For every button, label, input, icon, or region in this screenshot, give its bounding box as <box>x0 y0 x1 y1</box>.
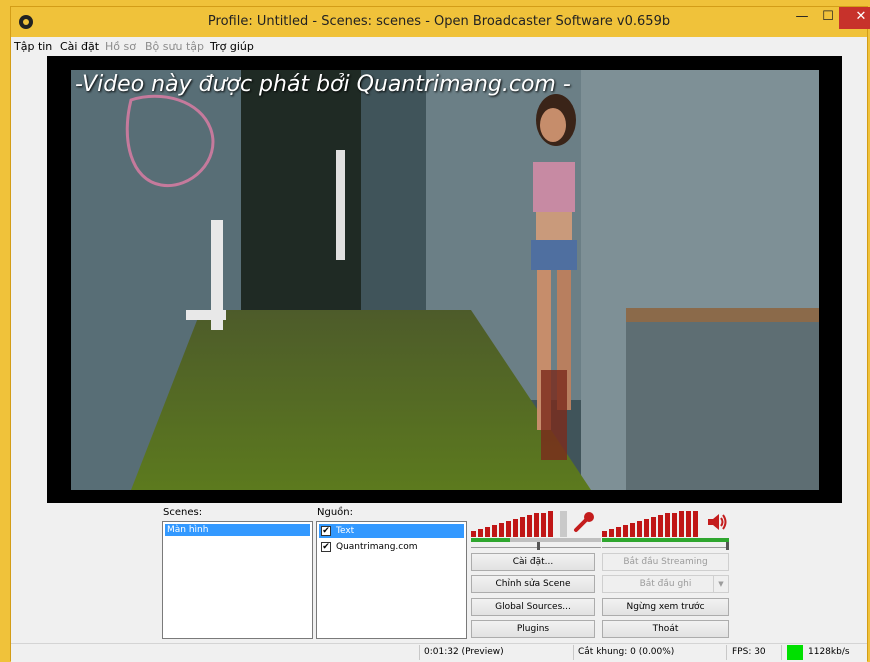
status-time: 0:01:32 (Preview) <box>424 647 504 657</box>
desktop-meter-bar <box>602 531 607 537</box>
watermark-text: -Video này được phát bởi Quantrimang.com… <box>75 72 571 97</box>
plugins-button[interactable]: Plugins <box>471 620 595 638</box>
menu-profiles[interactable]: Hồ sơ <box>105 40 136 53</box>
status-divider <box>419 645 420 660</box>
exit-button[interactable]: Thoát <box>602 620 729 638</box>
desktop-meter-bar <box>665 513 670 537</box>
desktop-meter-bar <box>658 515 663 537</box>
desktop-meter-bar <box>644 519 649 537</box>
global-sources-button[interactable]: Global Sources... <box>471 598 595 616</box>
desktop-meter-bar <box>630 523 635 537</box>
preview-area[interactable]: -Video này được phát bởi Quantrimang.com… <box>47 56 842 503</box>
source-checkbox-text[interactable]: ✔ <box>321 526 331 536</box>
desktop-meter-bar <box>651 517 656 537</box>
sources-label: Nguồn: <box>317 507 353 518</box>
microphone-icon[interactable] <box>573 511 595 533</box>
mic-meter-bar <box>478 529 483 537</box>
source-label: Quantrimang.com <box>336 542 418 552</box>
scene-item[interactable]: Màn hình <box>165 524 310 536</box>
mic-meter-bar <box>506 521 511 537</box>
speaker-icon[interactable] <box>706 512 728 532</box>
desktop-meter-bar <box>637 521 642 537</box>
window-title: Profile: Untitled - Scenes: scenes - Ope… <box>207 14 671 29</box>
video-scene-image <box>71 70 819 490</box>
scenes-list[interactable]: Màn hình <box>162 521 313 639</box>
maximize-button[interactable]: ☐ <box>815 7 841 29</box>
desktop-meter-bar <box>686 511 691 537</box>
source-row-quantrimang[interactable]: ✔ Quantrimang.com <box>319 540 464 554</box>
mic-meter-bar <box>548 511 553 537</box>
status-divider <box>726 645 727 660</box>
mic-meter-empty <box>560 511 567 537</box>
desktop-volume-slider[interactable] <box>602 542 729 550</box>
status-dropped-frames: Cắt khung: 0 (0.00%) <box>578 647 675 657</box>
menu-file[interactable]: Tập tin <box>14 40 52 53</box>
source-checkbox-quantrimang[interactable]: ✔ <box>321 542 331 552</box>
menu-bar: Tập tin Cài đặt Hồ sơ Bộ sưu tập Trợ giú… <box>11 38 867 56</box>
stop-preview-button[interactable]: Ngừng xem trước <box>602 598 729 616</box>
minimize-button[interactable]: — <box>789 7 815 29</box>
status-bar: 0:01:32 (Preview) Cắt khung: 0 (0.00%) F… <box>11 643 867 662</box>
video-frame: -Video này được phát bởi Quantrimang.com… <box>71 70 819 490</box>
desktop-meter-bar <box>672 513 677 537</box>
menu-collections[interactable]: Bộ sưu tập <box>145 40 204 53</box>
mic-meter-bar <box>520 517 525 537</box>
edit-scene-button[interactable]: Chỉnh sửa Scene <box>471 575 595 593</box>
mic-meter-bar <box>513 519 518 537</box>
start-recording-label: Bắt đầu ghi <box>639 579 692 589</box>
status-divider <box>781 645 782 660</box>
menu-settings[interactable]: Cài đặt <box>60 40 99 53</box>
close-button[interactable]: ✕ <box>839 7 870 29</box>
desktop-meter-bar <box>679 511 684 537</box>
desktop-slider-thumb[interactable] <box>726 542 729 550</box>
obs-window: Profile: Untitled - Scenes: scenes - Ope… <box>10 6 870 662</box>
mic-volume-meter[interactable] <box>471 511 581 537</box>
start-streaming-button[interactable]: Bắt đầu Streaming <box>602 553 729 571</box>
status-bitrate: 1128kb/s <box>808 647 850 657</box>
mic-meter-bar <box>492 525 497 537</box>
mic-meter-bar <box>527 515 532 537</box>
source-label: Text <box>336 526 355 536</box>
mic-meter-bar <box>471 531 476 537</box>
desktop-meter-bar <box>609 529 614 537</box>
chevron-down-icon[interactable]: ▼ <box>713 576 728 592</box>
mic-slider-thumb[interactable] <box>537 542 540 550</box>
bitrate-indicator <box>787 645 803 660</box>
mic-meter-bar <box>485 527 490 537</box>
mic-meter-bar <box>499 523 504 537</box>
status-fps: FPS: 30 <box>732 647 766 657</box>
sources-list[interactable]: ✔ Text ✔ Quantrimang.com <box>316 521 467 639</box>
desktop-meter-bar <box>616 527 621 537</box>
title-bar: Profile: Untitled - Scenes: scenes - Ope… <box>11 7 870 37</box>
settings-button[interactable]: Cài đặt... <box>471 553 595 571</box>
start-recording-button[interactable]: Bắt đầu ghi ▼ <box>602 575 729 593</box>
desktop-volume-meter[interactable] <box>602 511 712 537</box>
source-row-text[interactable]: ✔ Text <box>319 524 464 538</box>
desktop-meter-bar <box>623 525 628 537</box>
mic-meter-bar <box>534 513 539 537</box>
mic-volume-slider[interactable] <box>471 542 601 550</box>
status-divider <box>573 645 574 660</box>
menu-help[interactable]: Trợ giúp <box>210 40 254 53</box>
scenes-label: Scenes: <box>163 507 203 518</box>
mic-meter-bar <box>541 513 546 537</box>
desktop-meter-bar <box>693 511 698 537</box>
